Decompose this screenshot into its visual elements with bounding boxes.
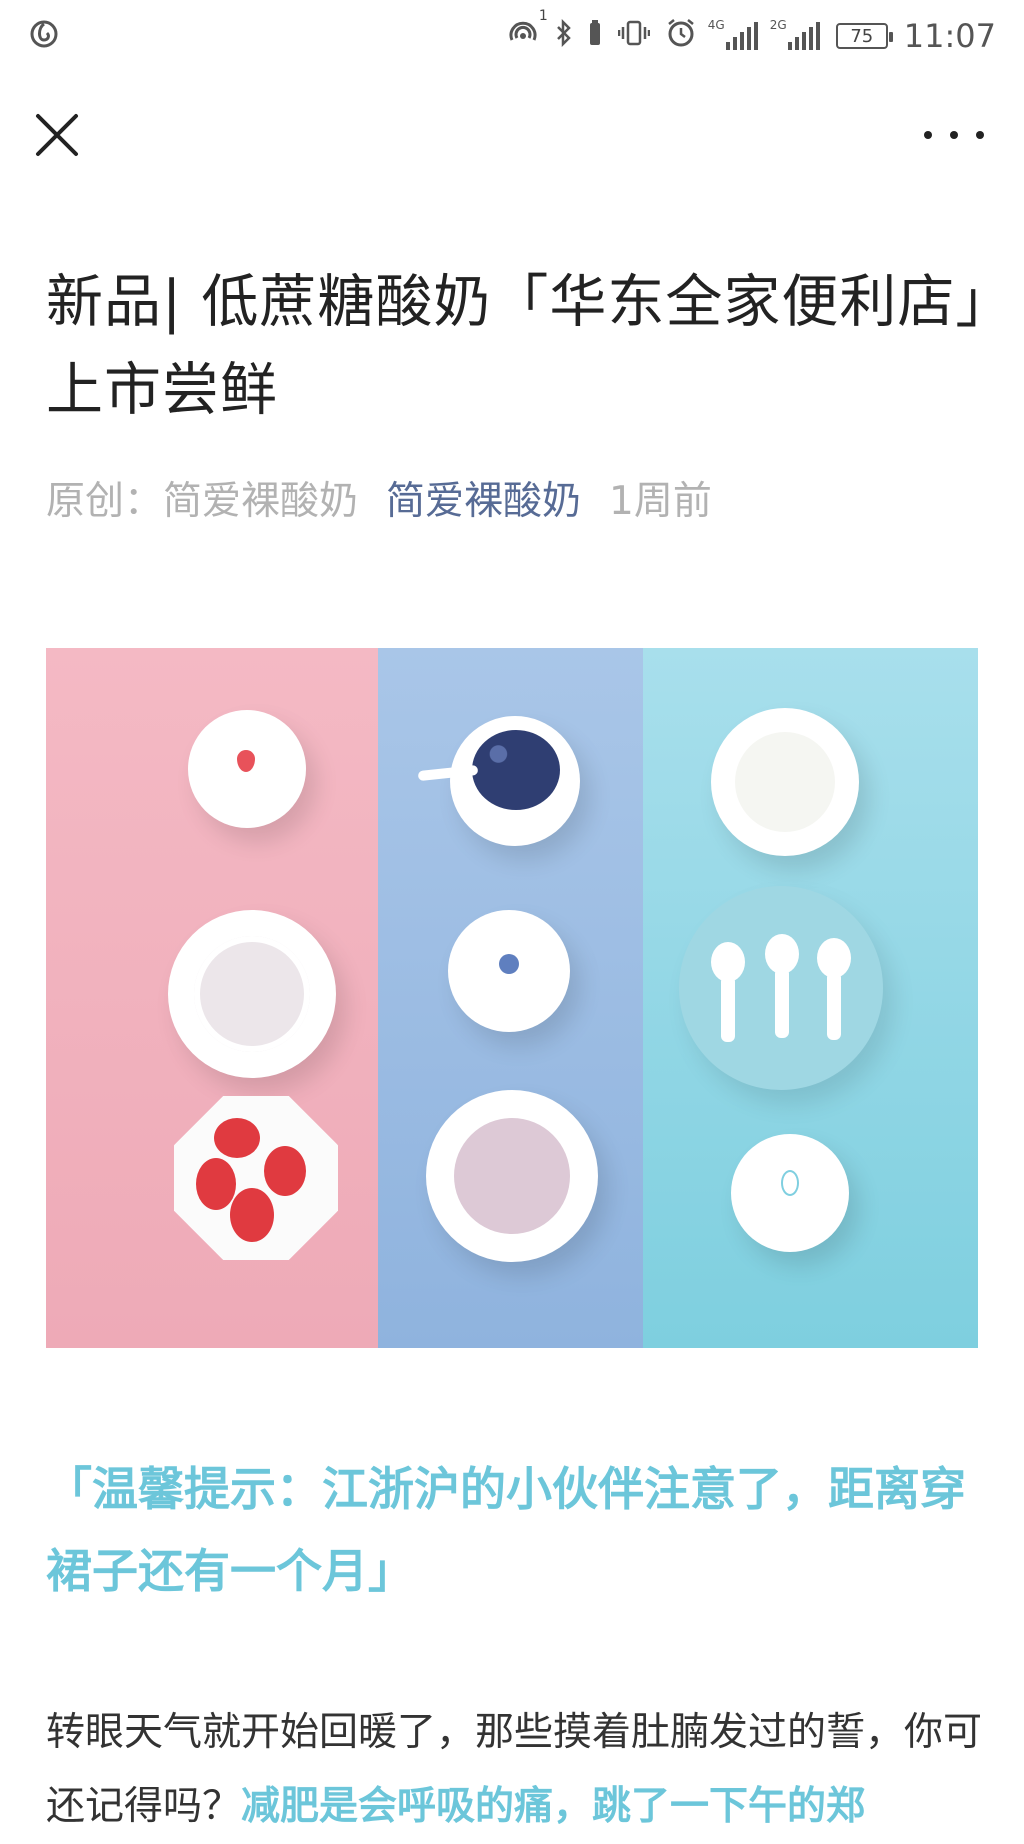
yogurt-cup-lid — [448, 910, 570, 1032]
yogurt-cup-lid — [731, 1134, 849, 1252]
hotspot-icon: 1 — [506, 8, 548, 54]
article-title: 新品| 低蔗糖酸奶「华东全家便利店」上市尝鲜 — [46, 269, 985, 423]
hero-image[interactable] — [46, 648, 978, 1348]
strawberry-plate — [174, 1096, 338, 1260]
spoon-platter — [679, 886, 883, 1090]
more-icon — [924, 131, 984, 139]
publish-time: 1周前 — [609, 479, 712, 524]
status-bar: 1 4G 2G 75 11:07 — [0, 0, 1024, 72]
more-button[interactable] — [924, 120, 984, 150]
battery-level: 75 — [850, 25, 874, 47]
battery-saver-icon — [588, 19, 602, 53]
blueberry-icon — [499, 954, 519, 974]
sim2-label: 2G — [769, 18, 787, 32]
yogurt-cup-lid — [188, 710, 306, 828]
blueberry-bowl — [450, 716, 580, 846]
hero-panel-blue — [378, 648, 643, 1348]
vibrate-icon — [617, 19, 651, 53]
original-author-label: 原创：简爱裸酸奶 — [46, 479, 359, 524]
battery-icon: 75 — [835, 23, 893, 49]
yogurt-pitcher — [711, 708, 859, 856]
close-icon — [36, 114, 78, 156]
strawberry-icon — [237, 750, 255, 772]
signal-sim1-icon: 4G — [708, 18, 758, 50]
tip-heading: 「温馨提示：江浙沪的小伙伴注意了，距离穿裙子还有一个月」 — [46, 1462, 966, 1598]
close-button[interactable] — [32, 110, 82, 160]
article-paragraph: 转眼天气就开始回暖了，那些摸着肚腩发过的誓，你可还记得吗？减肥是会呼吸的痛，跳了… — [46, 1696, 986, 1844]
alarm-icon — [666, 18, 696, 54]
clock: 11:07 — [903, 17, 996, 55]
account-link[interactable]: 简爱裸酸奶 — [386, 479, 581, 524]
top-nav — [0, 100, 1024, 180]
sim1-label: 4G — [707, 18, 725, 32]
app-notification-icon — [28, 18, 60, 54]
bluetooth-icon — [556, 18, 572, 53]
hero-panel-pink — [46, 648, 378, 1348]
brand-logo-icon — [781, 1170, 799, 1196]
yogurt-bowl-pitcher — [168, 910, 336, 1078]
hero-panel-cyan — [643, 648, 978, 1348]
hotspot-badge: 1 — [538, 8, 548, 24]
signal-sim2-icon: 2G — [770, 18, 820, 50]
yogurt-bowl-purple — [426, 1090, 598, 1262]
paragraph-highlight: 减肥是会呼吸的痛，跳了一下午的郑 — [241, 1784, 866, 1829]
article-meta: 原创：简爱裸酸奶 简爱裸酸奶 1周前 — [46, 470, 986, 526]
